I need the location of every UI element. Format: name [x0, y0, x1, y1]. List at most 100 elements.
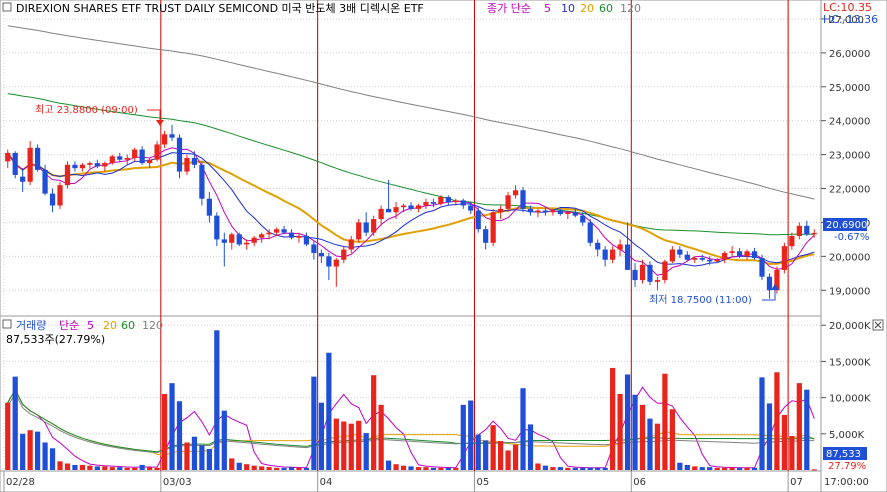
candle-body [512, 190, 519, 196]
candle-body [639, 264, 646, 281]
volume-bar [632, 394, 638, 470]
candle-body [430, 202, 437, 204]
candle-body [654, 280, 661, 282]
current-change-text: -0.67% [834, 232, 869, 243]
volume-bar [498, 441, 504, 470]
volume-bar [34, 431, 41, 470]
candle-body [371, 219, 377, 233]
candle-body [12, 152, 18, 175]
volume-bar [415, 467, 422, 470]
price-tick-label: 25,0000 [829, 83, 870, 94]
volume-bar [184, 442, 190, 470]
y-axis-area [820, 0, 887, 492]
candle-body [453, 200, 459, 203]
candle-body [221, 239, 227, 243]
low-annotation: 최저 18.7500 (11:00) [649, 294, 752, 306]
candle-body [520, 190, 526, 209]
candle-body [296, 236, 302, 238]
candle-body [729, 251, 735, 253]
candle-body [34, 147, 41, 170]
volume-bar [460, 404, 466, 470]
volume-bar [714, 467, 720, 470]
volume-bar [281, 467, 287, 470]
vol-ma60-legend: 60 [121, 319, 135, 332]
candle-body [595, 242, 601, 250]
volume-bar [244, 464, 250, 470]
candle-body [184, 158, 190, 172]
volume-bar [12, 376, 18, 470]
candle-body [356, 222, 362, 240]
candle-body [244, 242, 250, 245]
volume-bar [453, 467, 459, 470]
volume-bar [744, 467, 750, 470]
volume-bar [430, 467, 437, 470]
volume-settings-checkbox[interactable] [2, 319, 12, 329]
candle-body [527, 208, 534, 213]
volume-bar [214, 330, 220, 470]
volume-bar [729, 467, 735, 470]
candle-body [759, 258, 765, 277]
volume-bar [20, 433, 26, 470]
volume-bar [804, 389, 810, 470]
volume-bar [468, 400, 474, 470]
volume-bar [796, 383, 802, 470]
volume-bar [117, 467, 123, 470]
candle-body [468, 205, 474, 211]
volume-bar [266, 467, 272, 470]
candle-body [751, 251, 758, 259]
chart-settings-checkbox[interactable] [2, 2, 12, 12]
hc-label: HC:-13.36 [823, 13, 878, 26]
volume-bar [64, 463, 71, 470]
volume-bar [408, 466, 414, 470]
volume-bar [326, 352, 332, 470]
candle-body [363, 222, 369, 233]
instrument-title: DIREXION SHARES ETF TRUST DAILY SEMICOND… [16, 2, 424, 15]
candle-body [49, 193, 56, 206]
candle-body [669, 249, 675, 262]
candle-body [535, 210, 541, 213]
candle-body [699, 258, 705, 260]
candle-body [557, 210, 563, 214]
candle-body [191, 158, 198, 165]
candle-body [259, 234, 265, 238]
volume-bar [736, 467, 743, 470]
candle-body [87, 163, 93, 165]
price-tick-label: 20,0000 [829, 252, 870, 263]
x-tick-label: 04 [320, 477, 333, 488]
volume-bar [169, 383, 175, 470]
candle-body [789, 236, 795, 247]
price-tick-label: 26,0000 [829, 49, 870, 60]
volume-bar [109, 467, 115, 470]
volume-bar [707, 467, 713, 470]
candle-body [781, 246, 788, 270]
candle-body [214, 215, 220, 240]
volume-bar [5, 402, 11, 470]
ma10-legend: 10 [561, 2, 575, 15]
candle-body [677, 249, 683, 255]
candle-body [273, 229, 280, 233]
volume-bar [766, 403, 773, 470]
candle-body [647, 264, 653, 282]
volume-bar [445, 467, 451, 470]
candle-body [475, 210, 481, 230]
candle-body [236, 234, 242, 245]
volume-bar [385, 460, 392, 470]
candle-body [139, 149, 145, 164]
candle-body [288, 232, 295, 238]
volume-bar [318, 402, 324, 470]
volume-bar [423, 467, 429, 470]
candle-body [311, 244, 317, 253]
volume-bar [79, 464, 86, 470]
candle-body [72, 164, 78, 169]
candle-body [318, 252, 324, 257]
volume-bar [139, 464, 145, 470]
volume-bar [49, 448, 56, 470]
volume-tick-label: 15,000K [829, 357, 871, 368]
volume-bar [259, 466, 265, 470]
candle-body [587, 222, 593, 243]
volume-tick-label: 20,000K [829, 321, 871, 332]
volume-bar [94, 466, 100, 470]
candle-body [483, 229, 489, 243]
stock-chart: 27,00026,000025,000024,000023,000022,000… [0, 0, 887, 492]
volume-bar [132, 467, 138, 470]
